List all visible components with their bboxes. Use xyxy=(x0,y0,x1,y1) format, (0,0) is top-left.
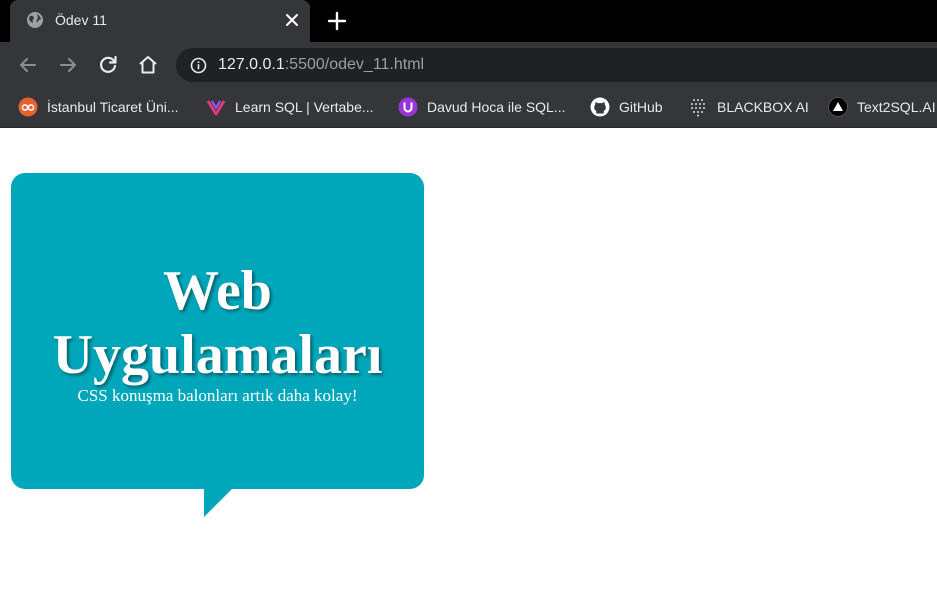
bookmark-label: İstanbul Ticaret Üni... xyxy=(47,99,179,115)
home-icon[interactable] xyxy=(136,53,160,77)
address-bar[interactable]: 127.0.0.1:5500/odev_11.html xyxy=(176,48,937,82)
bubble-title: Web Uygulamaları xyxy=(52,260,383,386)
bookmark-blackbox[interactable]: BLACKBOX AI xyxy=(688,96,809,118)
davud-hoca-icon xyxy=(398,97,418,117)
bookmarks-bar: İstanbul Ticaret Üni... Learn SQL | Vert… xyxy=(0,88,937,128)
url-path: :5500/odev_11.html xyxy=(284,56,425,73)
close-tab-icon[interactable] xyxy=(282,10,302,30)
bookmark-label: Learn SQL | Vertabe... xyxy=(235,99,374,115)
github-icon xyxy=(590,97,610,117)
bookmark-label: GitHub xyxy=(619,99,663,115)
bookmark-istanbul-ticaret[interactable]: İstanbul Ticaret Üni... xyxy=(18,96,179,118)
site-info-icon[interactable] xyxy=(190,57,207,74)
url-text[interactable]: 127.0.0.1:5500/odev_11.html xyxy=(218,56,424,74)
bookmark-label: Text2SQL.AI xyxy=(857,99,936,115)
tab-strip: Ödev 11 xyxy=(0,0,937,42)
forward-arrow-icon[interactable] xyxy=(56,53,80,77)
tab-title: Ödev 11 xyxy=(55,12,107,28)
blackbox-icon xyxy=(691,99,705,117)
browser-toolbar: 127.0.0.1:5500/odev_11.html xyxy=(0,42,937,88)
browser-tab[interactable]: Ödev 11 xyxy=(10,0,310,42)
speech-bubble: Web Uygulamaları CSS konuşma balonları a… xyxy=(11,173,424,517)
bubble-subtitle: CSS konuşma balonları artık daha kolay! xyxy=(77,386,358,405)
bookmark-label: BLACKBOX AI xyxy=(717,99,809,115)
globe-icon xyxy=(27,12,43,28)
bookmark-label: Davud Hoca ile SQL... xyxy=(427,99,566,115)
reload-icon[interactable] xyxy=(96,53,120,77)
bookmark-learn-sql[interactable]: Learn SQL | Vertabe... xyxy=(206,96,374,118)
istanbul-ticaret-icon xyxy=(18,97,38,117)
new-tab-plus-icon[interactable] xyxy=(326,10,348,32)
back-arrow-icon[interactable] xyxy=(16,53,40,77)
bookmark-davud-hoca[interactable]: Davud Hoca ile SQL... xyxy=(398,96,566,118)
text2sql-icon xyxy=(828,97,848,117)
bookmark-github[interactable]: GitHub xyxy=(590,96,663,118)
vertabelo-icon xyxy=(206,100,226,116)
bookmark-text2sql[interactable]: Text2SQL.AI xyxy=(828,96,936,118)
speech-bubble-tail xyxy=(204,489,232,517)
url-host: 127.0.0.1 xyxy=(218,56,285,73)
